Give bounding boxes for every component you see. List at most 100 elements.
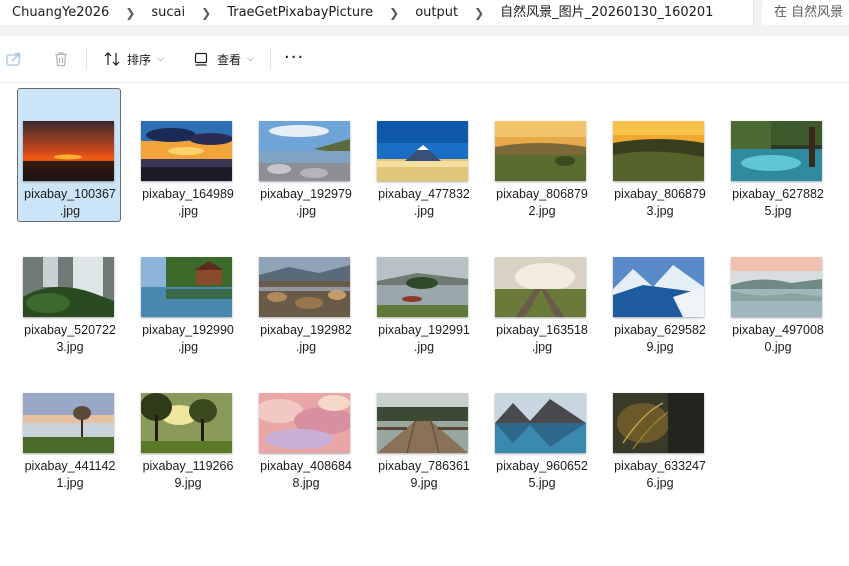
share-icon[interactable] [5,50,23,68]
file-name: pixabay_408684 8.jpg [254,458,358,492]
file-name: pixabay_960652 5.jpg [490,458,594,492]
toolbar-separator [270,48,271,70]
delete-icon[interactable] [52,50,70,68]
chevron-down-icon: ⌵ [157,54,164,64]
breadcrumb-item-chuangye2026[interactable]: ChuangYe2026 [4,0,117,25]
image-thumbnail [141,393,232,453]
file-explorer-window: ChuangYe2026 ❯ sucai ❯ TraeGetPixabayPic… [0,0,849,566]
file-name: pixabay_633247 6.jpg [608,458,712,492]
file-item[interactable]: pixabay_786361 9.jpg [371,360,475,494]
chevron-right-icon[interactable]: ❯ [193,6,219,20]
file-item[interactable]: pixabay_119266 9.jpg [135,360,239,494]
file-name-line1: pixabay_786361 [378,459,470,473]
image-thumbnail [377,257,468,317]
image-thumbnail [23,393,114,453]
file-name-line2: 8.jpg [292,476,320,490]
file-name-line2: 1.jpg [56,476,84,490]
image-thumbnail [141,121,232,181]
file-name-line1: pixabay_192990 [142,323,234,337]
image-thumbnail [23,257,114,317]
file-item[interactable]: pixabay_960652 5.jpg [489,360,593,494]
file-name: pixabay_163518 .jpg [490,322,594,356]
file-name-line1: pixabay_960652 [496,459,588,473]
chevron-down-icon: ⌵ [247,54,254,64]
file-grid: pixabay_100367 .jpg pixabay_164989 .jpg pixa… [0,84,849,566]
file-name-line1: pixabay_100367 [24,187,116,201]
file-item[interactable]: pixabay_477832 .jpg [371,88,475,222]
breadcrumb-item-traegetpixabaypicture[interactable]: TraeGetPixabayPicture [219,0,381,25]
file-name: pixabay_627882 5.jpg [726,186,830,220]
file-item[interactable]: pixabay_520722 3.jpg [17,224,121,358]
file-item[interactable]: pixabay_163518 .jpg [489,224,593,358]
file-name: pixabay_497008 0.jpg [726,322,830,356]
file-name-line2: 5.jpg [528,476,556,490]
file-name-line1: pixabay_806879 [614,187,706,201]
file-name-line2: .jpg [413,204,435,218]
view-button[interactable]: 查看 ⌵ [193,46,254,72]
file-item[interactable]: pixabay_497008 0.jpg [725,224,829,358]
image-thumbnail [259,393,350,453]
file-name-line2: 3.jpg [646,204,674,218]
file-name-line1: pixabay_633247 [614,459,706,473]
file-name: pixabay_520722 3.jpg [18,322,122,356]
file-name: pixabay_441142 1.jpg [18,458,122,492]
file-item[interactable]: pixabay_408684 8.jpg [253,360,357,494]
file-name-line2: 6.jpg [646,476,674,490]
file-item[interactable]: pixabay_441142 1.jpg [17,360,121,494]
view-icon [194,52,208,66]
file-name-line2: 2.jpg [528,204,556,218]
file-name-line2: .jpg [177,204,199,218]
sort-button[interactable]: 排序 ⌵ [103,46,164,72]
file-name-line2: 3.jpg [56,340,84,354]
file-item[interactable]: pixabay_100367 .jpg [17,88,121,222]
file-name-line1: pixabay_164989 [142,187,234,201]
breadcrumb-item-current-folder[interactable]: 自然风景_图片_20260130_160201 [492,0,721,25]
file-name-line1: pixabay_441142 [24,459,116,473]
file-item[interactable]: pixabay_192979 .jpg [253,88,357,222]
file-item[interactable]: pixabay_629582 9.jpg [607,224,711,358]
chevron-right-icon[interactable]: ❯ [466,6,492,20]
file-item[interactable]: pixabay_192982 .jpg [253,224,357,358]
file-item[interactable]: pixabay_192991 .jpg [371,224,475,358]
file-name-line1: pixabay_119266 [142,459,234,473]
file-name: pixabay_192982 .jpg [254,322,358,356]
chevron-right-icon[interactable]: ❯ [381,6,407,20]
file-name-line1: pixabay_192982 [260,323,352,337]
breadcrumb[interactable]: ChuangYe2026 ❯ sucai ❯ TraeGetPixabayPic… [0,0,754,25]
file-item[interactable]: pixabay_164989 .jpg [135,88,239,222]
image-thumbnail [613,121,704,181]
image-thumbnail [259,257,350,317]
file-name: pixabay_629582 9.jpg [608,322,712,356]
file-item[interactable]: pixabay_633247 6.jpg [607,360,711,494]
search-input[interactable]: 在 自然风景 [762,0,849,25]
file-item[interactable]: pixabay_806879 2.jpg [489,88,593,222]
view-label: 查看 [217,52,242,67]
file-name-line2: 9.jpg [410,476,438,490]
breadcrumb-item-sucai[interactable]: sucai [143,0,193,25]
file-name: pixabay_477832 .jpg [372,186,476,220]
file-name-line2: 5.jpg [764,204,792,218]
file-name-line1: pixabay_192979 [260,187,352,201]
file-name-line2: .jpg [177,340,199,354]
file-name: pixabay_100367 .jpg [18,186,122,220]
file-name-line1: pixabay_163518 [496,323,588,337]
file-name: pixabay_164989 .jpg [136,186,240,220]
file-item[interactable]: pixabay_627882 5.jpg [725,88,829,222]
file-name-line1: pixabay_408684 [260,459,352,473]
image-thumbnail [731,257,822,317]
file-name-line1: pixabay_192991 [378,323,470,337]
image-thumbnail [495,393,586,453]
image-thumbnail [259,121,350,181]
sort-icon [104,52,120,66]
file-name-line2: .jpg [531,340,553,354]
toolbar-separator [86,48,87,70]
file-item[interactable]: pixabay_192990 .jpg [135,224,239,358]
file-name-line2: .jpg [295,340,317,354]
chevron-right-icon[interactable]: ❯ [117,6,143,20]
file-item[interactable]: pixabay_806879 3.jpg [607,88,711,222]
file-name-line2: .jpg [413,340,435,354]
file-name-line1: pixabay_477832 [378,187,470,201]
more-options-button[interactable]: ··· [284,46,304,70]
image-thumbnail [141,257,232,317]
breadcrumb-item-output[interactable]: output [407,0,466,25]
